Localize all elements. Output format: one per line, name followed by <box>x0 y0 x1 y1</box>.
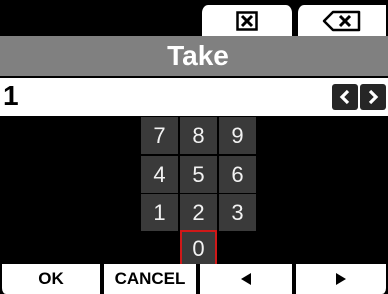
chevron-right-icon <box>368 89 379 105</box>
key-2[interactable]: 2 <box>180 194 217 231</box>
close-box-icon <box>236 10 258 31</box>
key-3[interactable]: 3 <box>219 194 256 231</box>
page-title: Take <box>167 40 229 71</box>
move-left-button[interactable] <box>198 264 294 294</box>
key-4[interactable]: 4 <box>141 156 178 193</box>
cursor-right-button[interactable] <box>360 84 386 110</box>
entry-value: 1 <box>3 80 19 111</box>
key-0[interactable]: 0 <box>180 230 217 267</box>
key-9[interactable]: 9 <box>219 117 256 154</box>
triangle-left-icon <box>241 273 251 285</box>
value-entry-field[interactable]: 1 <box>0 78 388 116</box>
key-5[interactable]: 5 <box>180 156 217 193</box>
backspace-icon <box>322 10 361 31</box>
ok-button[interactable]: OK <box>0 264 102 294</box>
cursor-left-button[interactable] <box>332 84 358 110</box>
key-7[interactable]: 7 <box>141 117 178 154</box>
backspace-button[interactable] <box>296 5 388 36</box>
title-bar: Take <box>0 36 388 76</box>
clear-button[interactable] <box>200 5 294 36</box>
chevron-left-icon <box>339 89 350 105</box>
key-1[interactable]: 1 <box>141 194 178 231</box>
key-6[interactable]: 6 <box>219 156 256 193</box>
triangle-right-icon <box>336 273 346 285</box>
bottom-softkey-bar: OK CANCEL <box>0 264 388 294</box>
key-8[interactable]: 8 <box>180 117 217 154</box>
top-softkey-bar <box>0 0 388 36</box>
move-right-button[interactable] <box>294 264 388 294</box>
cancel-button[interactable]: CANCEL <box>102 264 198 294</box>
